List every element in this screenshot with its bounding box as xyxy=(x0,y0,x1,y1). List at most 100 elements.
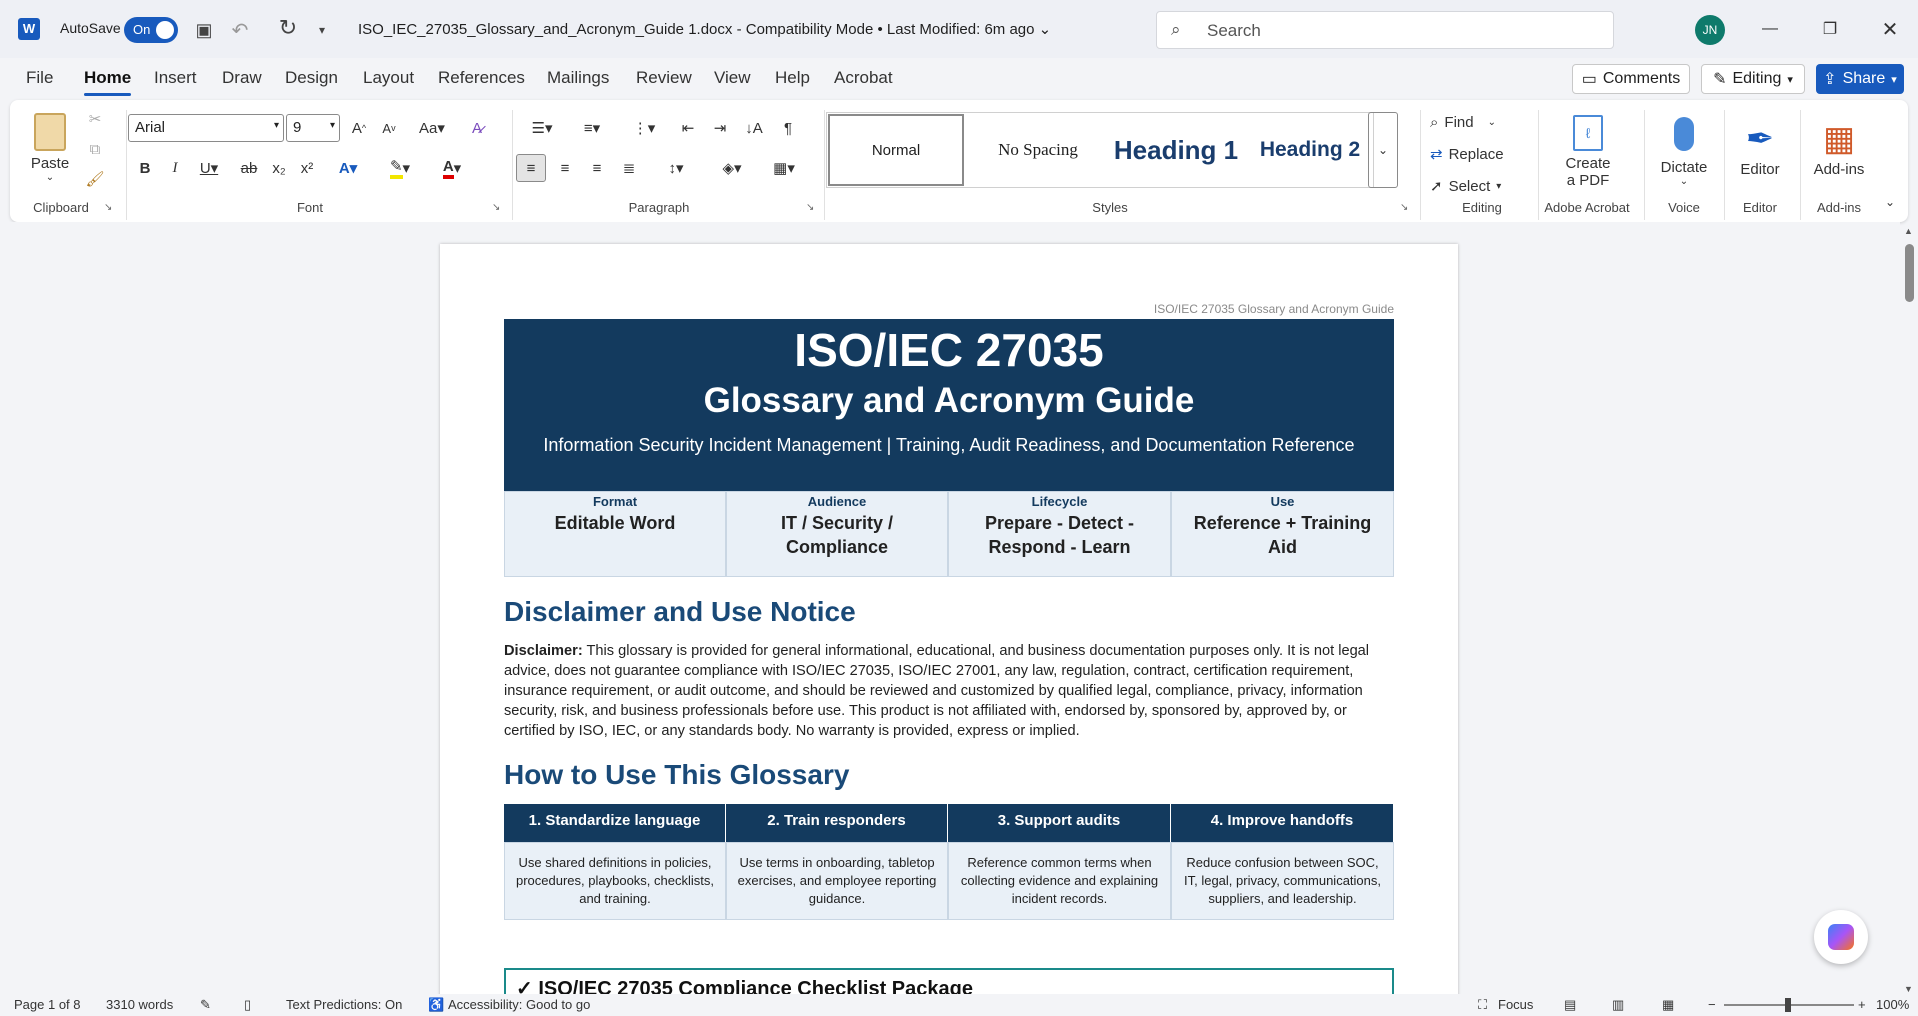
print-layout-icon[interactable]: ▥ xyxy=(1612,997,1624,1013)
superscript-icon[interactable]: x² xyxy=(294,154,320,182)
cut-icon[interactable]: ✂ xyxy=(82,106,108,132)
align-center-icon[interactable]: ≡ xyxy=(550,154,580,182)
bullets-icon[interactable]: ☰▾ xyxy=(520,114,564,142)
editing-mode-button[interactable]: ✎ Editing ▾ xyxy=(1701,64,1805,94)
font-size-select[interactable]: 9 ▾ xyxy=(286,114,340,142)
clear-formatting-icon[interactable]: A̷ xyxy=(464,114,490,142)
scroll-thumb[interactable] xyxy=(1905,244,1914,302)
tab-layout[interactable]: Layout xyxy=(363,68,414,88)
numbering-icon[interactable]: ≡▾ xyxy=(570,114,614,142)
document-page[interactable]: ISO/IEC 27035 Glossary and Acronym Guide… xyxy=(440,244,1458,1004)
style-heading-2[interactable]: Heading 2 xyxy=(1246,114,1374,186)
comments-button[interactable]: ▭ Comments xyxy=(1572,64,1690,94)
tab-references[interactable]: References xyxy=(438,68,525,88)
underline-icon[interactable]: U▾ xyxy=(194,154,224,182)
style-heading-1[interactable]: Heading 1 xyxy=(1108,114,1244,186)
align-right-icon[interactable]: ≡ xyxy=(582,154,612,182)
dialog-launcher-icon[interactable]: ↘ xyxy=(806,202,814,213)
justify-icon[interactable]: ≣ xyxy=(614,154,644,182)
web-layout-icon[interactable]: ▦ xyxy=(1662,997,1674,1013)
tab-design[interactable]: Design xyxy=(285,68,338,88)
tab-view[interactable]: View xyxy=(714,68,751,88)
decrease-indent-icon[interactable]: ⇤ xyxy=(674,114,702,142)
multilevel-list-icon[interactable]: ⋮▾ xyxy=(622,114,666,142)
replace-button[interactable]: ⇄ Replace xyxy=(1430,140,1530,168)
minimize-icon[interactable]: — xyxy=(1740,0,1800,58)
grow-font-icon[interactable]: A ^ xyxy=(346,114,372,142)
avatar[interactable]: JN xyxy=(1695,15,1725,45)
collapse-ribbon-icon[interactable]: ⌄ xyxy=(1880,192,1900,212)
tab-review[interactable]: Review xyxy=(636,68,692,88)
line-spacing-icon[interactable]: ↕▾ xyxy=(654,154,698,182)
read-aloud-icon[interactable]: ▯ xyxy=(244,997,251,1013)
restore-icon[interactable]: ❐ xyxy=(1800,0,1860,58)
tab-mailings[interactable]: Mailings xyxy=(547,68,609,88)
style-normal[interactable]: Normal xyxy=(828,114,964,186)
increase-indent-icon[interactable]: ⇥ xyxy=(706,114,734,142)
dialog-launcher-icon[interactable]: ↘ xyxy=(1400,202,1408,213)
focus-icon[interactable]: ⛶ xyxy=(1478,997,1487,1013)
search-input[interactable]: Search xyxy=(1207,21,1261,41)
zoom-level[interactable]: 100% xyxy=(1876,997,1909,1012)
change-case-icon[interactable]: Aa▾ xyxy=(412,114,452,142)
strikethrough-icon[interactable]: ab xyxy=(236,154,262,182)
read-mode-icon[interactable]: ▤ xyxy=(1564,997,1576,1013)
bold-icon[interactable]: B xyxy=(132,154,158,182)
italic-icon[interactable]: I xyxy=(162,154,188,182)
styles-more-icon[interactable]: ⌄ xyxy=(1368,112,1398,188)
scroll-down-icon[interactable]: ▼ xyxy=(1904,984,1913,994)
search-box[interactable]: ⌕ Search xyxy=(1156,11,1614,49)
font-name-select[interactable]: Arial ▾ xyxy=(128,114,284,142)
subscript-icon[interactable]: x₂ xyxy=(266,154,292,182)
align-left-icon[interactable]: ≡ xyxy=(516,154,546,182)
tab-draw[interactable]: Draw xyxy=(222,68,262,88)
dictate-button[interactable]: Dictate ⌄ xyxy=(1652,108,1716,196)
scroll-up-icon[interactable]: ▲ xyxy=(1904,226,1913,236)
word-count[interactable]: 3310 words xyxy=(106,997,173,1012)
shading-icon[interactable]: ◈▾ xyxy=(710,154,754,182)
find-button[interactable]: ⌕ Find ⌄ xyxy=(1430,108,1530,136)
create-pdf-button[interactable]: ℓ Create a PDF xyxy=(1546,108,1630,196)
font-color-icon[interactable]: A ▾ xyxy=(430,154,474,182)
proofing-icon[interactable]: ✎ xyxy=(200,997,211,1013)
customize-toolbar-icon[interactable]: ▾ xyxy=(312,18,332,42)
zoom-in-icon[interactable]: + xyxy=(1858,997,1866,1012)
tab-acrobat[interactable]: Acrobat xyxy=(834,68,893,88)
copy-icon[interactable]: ⧉ xyxy=(82,136,108,162)
text-effects-icon[interactable]: A▾ xyxy=(328,154,368,182)
editor-button[interactable]: ✒ Editor xyxy=(1728,108,1792,188)
sort-icon[interactable]: ↓A xyxy=(740,114,768,142)
tab-file[interactable]: File xyxy=(26,68,53,88)
format-painter-icon[interactable]: 🖌 xyxy=(82,166,108,192)
dialog-launcher-icon[interactable]: ↘ xyxy=(104,202,112,213)
close-icon[interactable]: ✕ xyxy=(1860,0,1918,58)
page-count[interactable]: Page 1 of 8 xyxy=(14,997,81,1012)
select-button[interactable]: ➚ Select ▾ xyxy=(1430,172,1530,200)
zoom-slider[interactable] xyxy=(1724,998,1854,1012)
undo-icon[interactable]: ↶ xyxy=(228,18,252,42)
chevron-down-icon[interactable]: ⌄ xyxy=(1039,21,1052,38)
paste-button[interactable]: Paste ⌄ xyxy=(28,108,72,188)
zoom-out-icon[interactable]: − xyxy=(1708,997,1716,1012)
zoom-thumb[interactable] xyxy=(1785,998,1791,1012)
vertical-scrollbar[interactable]: ▲ ▼ xyxy=(1900,226,1918,994)
save-icon[interactable]: ▣ xyxy=(192,18,216,42)
autosave-toggle[interactable]: On xyxy=(124,17,178,43)
tab-home[interactable]: Home xyxy=(84,68,132,96)
accessibility-status[interactable]: Accessibility: Good to go xyxy=(448,997,590,1012)
last-modified[interactable]: Last Modified: 6m ago xyxy=(887,21,1035,38)
redo-icon[interactable]: ↻ xyxy=(276,15,300,40)
tab-insert[interactable]: Insert xyxy=(154,68,197,88)
share-button[interactable]: ⇪ Share ▾ xyxy=(1816,64,1904,94)
style-no-spacing[interactable]: No Spacing xyxy=(968,114,1108,186)
text-predictions[interactable]: Text Predictions: On xyxy=(286,997,402,1012)
copilot-icon[interactable] xyxy=(1814,910,1868,964)
focus-button[interactable]: Focus xyxy=(1498,997,1533,1012)
tab-help[interactable]: Help xyxy=(775,68,810,88)
borders-icon[interactable]: ▦▾ xyxy=(762,154,806,182)
dialog-launcher-icon[interactable]: ↘ xyxy=(492,202,500,213)
addins-button[interactable]: ▦ Add-ins xyxy=(1804,108,1874,188)
show-formatting-icon[interactable]: ¶ xyxy=(774,114,802,142)
shrink-font-icon[interactable]: Av xyxy=(376,114,402,142)
highlight-icon[interactable]: ✎ ▾ xyxy=(378,154,422,182)
